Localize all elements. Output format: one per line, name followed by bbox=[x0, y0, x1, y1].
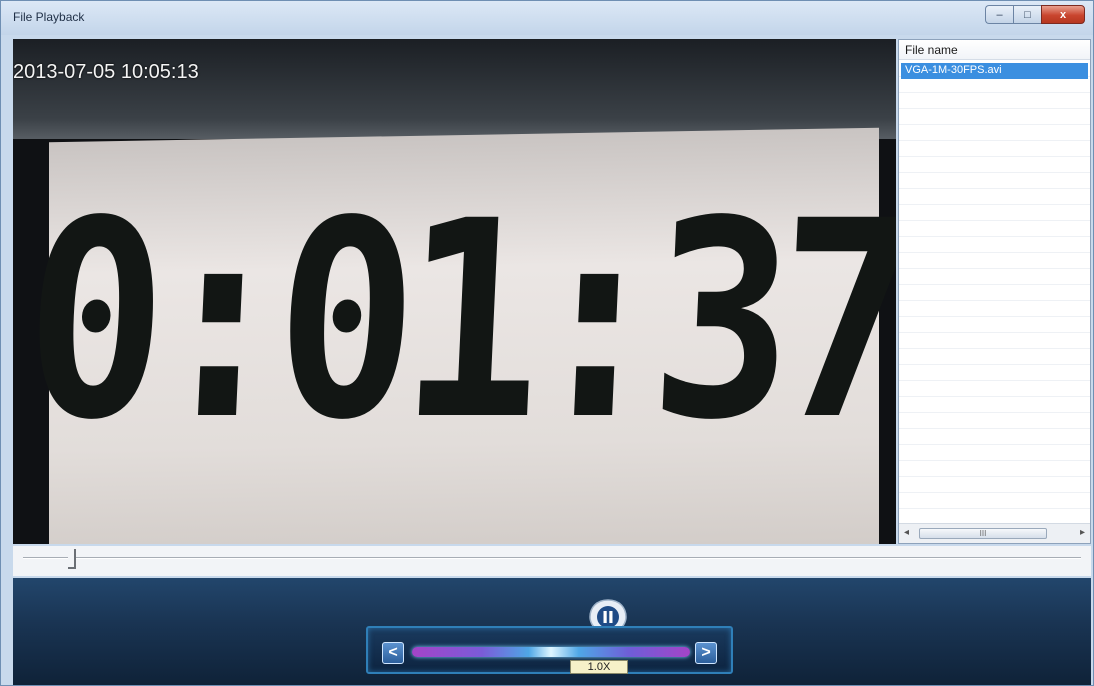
scroll-right-icon[interactable]: ▸ bbox=[1080, 527, 1085, 538]
file-list-header[interactable]: File name bbox=[899, 40, 1090, 60]
close-button[interactable]: x bbox=[1041, 5, 1085, 24]
scroll-left-icon[interactable]: ◂ bbox=[904, 527, 909, 538]
speed-label: 1.0X bbox=[570, 660, 628, 674]
position-thumb[interactable] bbox=[67, 549, 76, 569]
scroll-thumb[interactable]: III bbox=[919, 528, 1047, 539]
speed-slider[interactable] bbox=[412, 647, 690, 657]
chevron-right-icon[interactable]: > bbox=[695, 642, 717, 664]
speed-control: < > 1.0X bbox=[366, 626, 733, 674]
video-clock-display: 0:01:37.28 bbox=[18, 164, 896, 480]
file-list-scrollbar[interactable]: ◂ III ▸ bbox=[899, 523, 1090, 543]
file-list-rows: VGA-1M-30FPS.avi bbox=[899, 61, 1090, 523]
playback-window: File Playback – □ x 0:01:37.28 2013-07-0… bbox=[0, 0, 1094, 686]
video-player[interactable]: 0:01:37.28 2013-07-05 10:05:13 bbox=[13, 39, 896, 544]
minimize-button[interactable]: – bbox=[985, 5, 1013, 24]
chevron-left-icon[interactable]: < bbox=[382, 642, 404, 664]
file-list-item[interactable]: VGA-1M-30FPS.avi bbox=[901, 63, 1088, 79]
position-slider[interactable] bbox=[13, 546, 1091, 576]
window-title: File Playback bbox=[13, 10, 85, 24]
file-list: File name VGA-1M-30FPS.avi ◂ III ▸ bbox=[898, 39, 1091, 544]
position-track[interactable] bbox=[23, 557, 1081, 559]
video-timestamp: 2013-07-05 10:05:13 bbox=[13, 61, 199, 83]
title-bar[interactable]: File Playback – □ x bbox=[1, 1, 1093, 35]
window-controls: – □ x bbox=[985, 5, 1085, 24]
maximize-button[interactable]: □ bbox=[1013, 5, 1041, 24]
video-background bbox=[13, 39, 896, 139]
control-panel: < > 1.0X bbox=[13, 578, 1091, 685]
